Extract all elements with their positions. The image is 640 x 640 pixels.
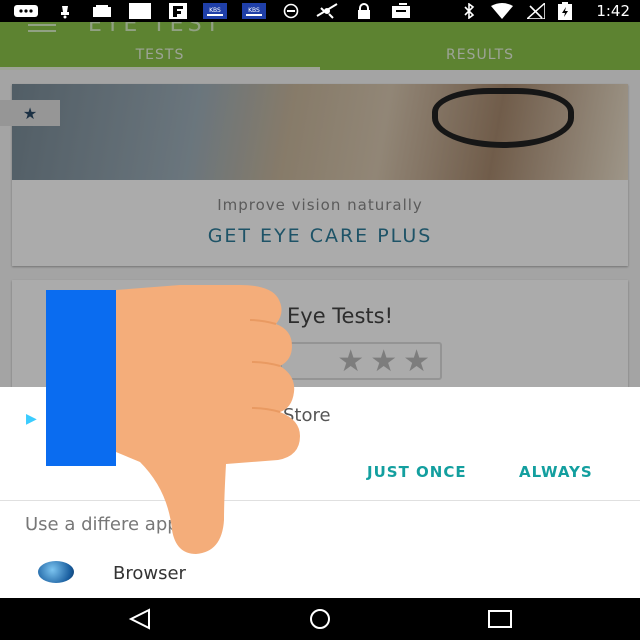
flipboard-icon [168,3,188,19]
home-icon[interactable] [306,608,334,630]
status-time: 1:42 [596,2,630,20]
play-store-icon: ▶ [26,411,37,427]
wifi-icon [490,3,514,19]
kbs-news-icon: KBS [203,3,227,19]
message-icon [12,3,40,19]
cast-icon [92,3,112,19]
status-bar: KBS KBS 1:42 [0,0,640,22]
always-button[interactable]: ALWAYS [519,463,593,481]
divider [0,500,640,501]
browser-globe-icon[interactable] [38,561,74,583]
app-chooser-sheet: ▶ Store JUST ONCE ALWAYS Use a differe a… [0,387,640,598]
browser-option[interactable]: Browser [113,563,186,584]
kbs-news-icon: KBS [242,3,266,19]
lock-icon [356,3,372,19]
play-store-label: Store [283,405,331,426]
back-icon[interactable] [128,608,152,630]
inbox-icon [390,3,412,19]
kbs-label: KBS [248,7,260,14]
no-signal-icon [314,3,340,19]
signal-icon [527,3,545,19]
mute-icon [58,3,72,19]
kbs-label: KBS [209,7,221,14]
bluetooth-icon [462,3,476,19]
use-different-app-label: Use a differe app [25,514,179,535]
tv-icon [128,3,152,19]
just-once-button[interactable]: JUST ONCE [367,463,467,481]
battery-icon [557,2,573,20]
recents-icon[interactable] [487,608,513,630]
navigation-bar [0,598,640,640]
sync-icon [282,3,300,19]
